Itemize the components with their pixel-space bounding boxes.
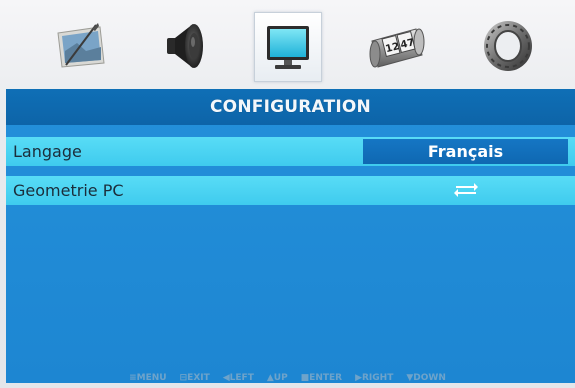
- row-label-geometrie-pc: Geometrie PC: [13, 181, 124, 200]
- language-value: Français: [427, 142, 504, 161]
- gear-ring-icon: [484, 21, 532, 71]
- hint-exit: ⊟EXIT: [179, 372, 210, 383]
- configuration-panel: CONFIGURATION Langage Français Geometrie…: [6, 89, 575, 383]
- menu-row-langage[interactable]: Langage Français: [6, 137, 575, 166]
- monitor-icon: [267, 26, 309, 69]
- key-hint-bar: ≡MENU ⊟EXIT ◀LEFT ▲UP ■ENTER ▶RIGHT ▼DOW…: [0, 367, 575, 388]
- picture-icon: [57, 23, 105, 68]
- hint-down: ▼DOWN: [406, 372, 446, 383]
- tab-configuration[interactable]: [254, 12, 322, 82]
- panel-header: CONFIGURATION: [6, 89, 575, 125]
- osd-screen: 12 47 CONFIGURATION Langage Français Geo…: [0, 0, 575, 388]
- hint-left: ◀LEFT: [222, 372, 254, 383]
- tab-options[interactable]: [476, 14, 540, 78]
- tab-sound[interactable]: [152, 14, 216, 78]
- menu-row-geometrie-pc[interactable]: Geometrie PC: [6, 176, 575, 205]
- clock-icon: 12 47: [369, 28, 425, 68]
- language-selector[interactable]: Français: [363, 139, 568, 164]
- hint-enter: ■ENTER: [300, 372, 343, 383]
- menu-tab-bar: 12 47: [0, 0, 575, 86]
- hint-right: ▶RIGHT: [355, 372, 394, 383]
- enter-arrows-icon[interactable]: [453, 180, 479, 200]
- panel-title: CONFIGURATION: [210, 97, 371, 117]
- speaker-icon: [167, 24, 203, 68]
- tab-clock[interactable]: 12 47: [365, 14, 429, 78]
- hint-up: ▲UP: [266, 372, 288, 383]
- row-label-langage: Langage: [13, 142, 82, 161]
- hint-menu: ≡MENU: [129, 372, 167, 383]
- tab-picture[interactable]: [48, 14, 112, 78]
